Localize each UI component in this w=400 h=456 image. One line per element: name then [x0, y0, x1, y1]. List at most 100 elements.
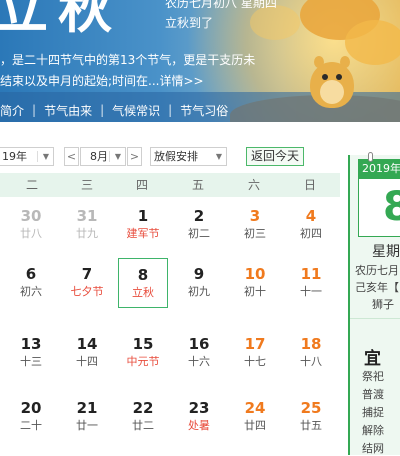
- weekday-label: 日: [303, 178, 316, 192]
- lunar-day-label: 初十: [244, 285, 266, 298]
- month-select[interactable]: 8月 ▼: [80, 147, 126, 166]
- details-link[interactable]: 详情>>: [160, 74, 204, 88]
- prev-month-button[interactable]: <: [64, 147, 79, 166]
- day-cell[interactable]: 24 廿四: [230, 392, 280, 442]
- day-cell[interactable]: 14 十四: [62, 328, 112, 378]
- day-cell[interactable]: 1 建军节: [118, 200, 168, 250]
- year-select-value: 19年: [2, 150, 27, 163]
- lunar-day-label: 廿五: [300, 419, 322, 432]
- day-number: 30: [20, 207, 42, 225]
- suitable-title: 宜: [364, 349, 381, 369]
- suitable-item: 解除: [362, 424, 384, 437]
- next-month-button[interactable]: >: [127, 147, 142, 166]
- day-cell[interactable]: 22 廿二: [118, 392, 168, 442]
- day-number: 31: [76, 207, 98, 225]
- day-number: 15: [132, 335, 154, 353]
- nav-item-customs[interactable]: 节气习俗: [172, 102, 236, 119]
- nav-separator: |: [100, 103, 105, 117]
- holiday-select[interactable]: 放假安排 ▼: [150, 147, 227, 166]
- weekday-label: 四: [135, 178, 148, 192]
- nav-separator: |: [32, 103, 37, 117]
- day-cell[interactable]: 16 十六: [174, 328, 224, 378]
- weekday-label: 二: [25, 178, 38, 192]
- day-cell[interactable]: 13 十三: [6, 328, 56, 378]
- day-number: 22: [132, 399, 154, 417]
- lunar-day-label: 廿四: [244, 419, 266, 432]
- day-number: 21: [76, 399, 98, 417]
- day-number: 2: [193, 207, 205, 225]
- day-number: 16: [188, 335, 210, 353]
- year-select[interactable]: 19年 ▼: [0, 147, 54, 166]
- nav-separator: |: [168, 103, 173, 117]
- day-cell[interactable]: 2 初二: [174, 200, 224, 250]
- select-divider: [109, 151, 110, 162]
- lunar-day-label: 廿九: [76, 227, 98, 240]
- day-cell[interactable]: 20 二十: [6, 392, 56, 442]
- mascot-eye: [336, 74, 342, 80]
- calendar-ring-icon: [368, 152, 373, 162]
- day-number: 23: [188, 399, 210, 417]
- suitable-item: 普渡: [362, 388, 384, 401]
- day-cell[interactable]: 25 廿五: [286, 392, 336, 442]
- mascot-eye: [322, 74, 328, 80]
- day-cell[interactable]: 3 初三: [230, 200, 280, 250]
- mascot-image: [304, 52, 360, 112]
- day-number: 1: [137, 207, 149, 225]
- month-select-value: 8月: [90, 150, 108, 163]
- back-to-today-button[interactable]: 返回今天: [246, 147, 304, 166]
- detail-lunar-date: 农历七月: [355, 264, 399, 277]
- lunar-day-label: 廿二: [132, 419, 154, 432]
- day-number: 25: [300, 399, 322, 417]
- festival-label: 七夕节: [70, 285, 104, 298]
- day-number: 4: [305, 207, 317, 225]
- day-number: 9: [193, 265, 205, 283]
- chevron-down-icon: ▼: [42, 152, 49, 161]
- weekday-label: 六: [247, 178, 260, 192]
- festival-label: 立秋: [132, 286, 154, 299]
- day-number: 17: [244, 335, 266, 353]
- lunar-day-label: 十三: [20, 355, 42, 368]
- day-cell[interactable]: 17 十七: [230, 328, 280, 378]
- chevron-down-icon: ▼: [114, 152, 121, 161]
- day-cell[interactable]: 15 中元节: [118, 328, 168, 378]
- nav-item-climate[interactable]: 气候常识: [104, 102, 168, 119]
- day-cell[interactable]: 18 十八: [286, 328, 336, 378]
- detail-zodiac: 狮子: [372, 298, 394, 311]
- day-number: 24: [244, 399, 266, 417]
- lunar-day-label: 初二: [188, 227, 210, 240]
- lunar-day-label: 廿一: [76, 419, 98, 432]
- day-cell[interactable]: 30 廿八: [6, 200, 56, 250]
- solar-term-title: 立秋: [0, 0, 122, 40]
- day-cell[interactable]: 6 初六: [6, 258, 56, 308]
- solar-term-nav: 简介 | 节气由来 | 气候常识 | 节气习俗: [0, 98, 300, 122]
- lunar-day-label: 十八: [300, 355, 322, 368]
- day-cell-selected[interactable]: 8 立秋: [118, 258, 168, 308]
- day-cell[interactable]: 11 十一: [286, 258, 336, 308]
- lunar-day-label: 初三: [244, 227, 266, 240]
- day-number: 8: [137, 266, 149, 284]
- day-number: 20: [20, 399, 42, 417]
- day-number: 11: [300, 265, 322, 283]
- festival-label: 中元节: [126, 355, 160, 368]
- term-arrived-text: 立秋到了: [165, 16, 214, 30]
- day-cell[interactable]: 31 廿九: [62, 200, 112, 250]
- day-cell[interactable]: 7 七夕节: [62, 258, 112, 308]
- lunar-day-label: 初九: [188, 285, 210, 298]
- day-cell[interactable]: 23 处暑: [174, 392, 224, 442]
- day-cell[interactable]: 4 初四: [286, 200, 336, 250]
- day-cell[interactable]: 10 初十: [230, 258, 280, 308]
- weekday-label: 五: [191, 178, 204, 192]
- chevron-down-icon: ▼: [215, 152, 222, 161]
- day-cell[interactable]: 9 初九: [174, 258, 224, 308]
- weekday-label: 三: [80, 178, 93, 192]
- day-number: 14: [76, 335, 98, 353]
- solar-term-banner: 立秋 农历七月初八 星期四 立秋到了 ，是二十四节气中的第13个节气，更是干支历…: [0, 0, 400, 122]
- day-cell[interactable]: 21 廿一: [62, 392, 112, 442]
- suitable-item: 结网: [362, 442, 384, 455]
- description-text: 结束以及申月的起始;时间在...: [0, 74, 160, 88]
- detail-divider: [350, 318, 400, 319]
- detail-day-number: 8: [358, 179, 400, 237]
- detail-weekday: 星期: [372, 244, 400, 260]
- nav-item-intro[interactable]: 简介: [0, 102, 32, 119]
- nav-item-origin[interactable]: 节气由来: [36, 102, 100, 119]
